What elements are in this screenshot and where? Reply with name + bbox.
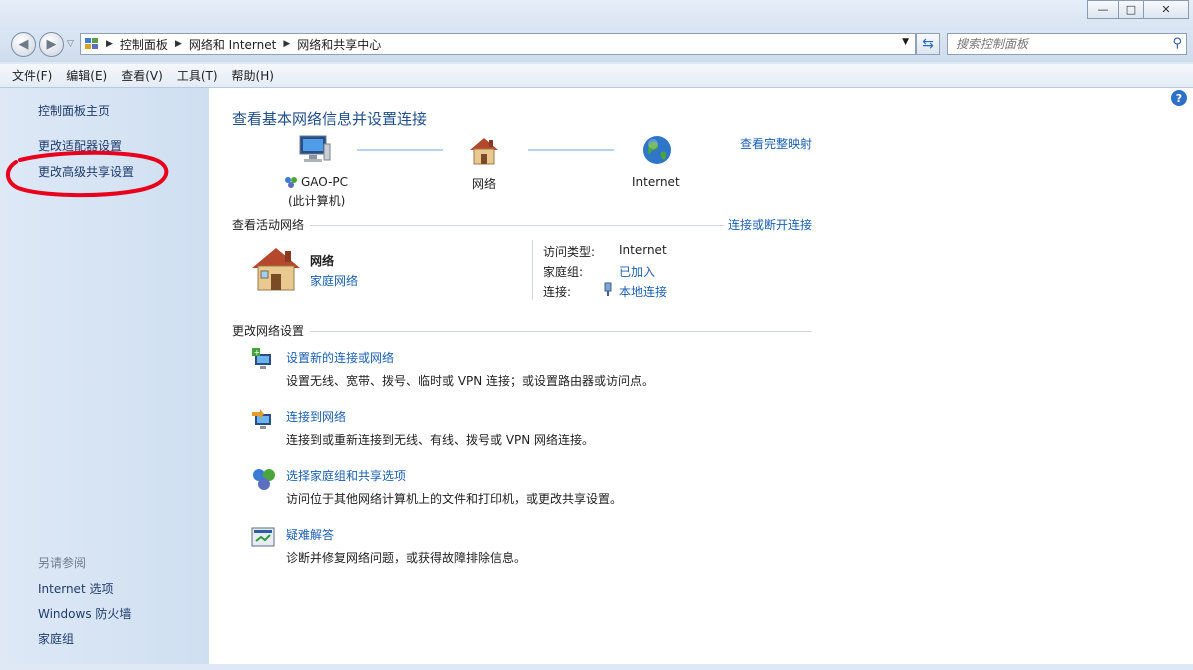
homegroup-sharing-desc: 访问位于其他网络计算机上的文件和打印机，或更改共享设置。	[286, 492, 623, 506]
homegroup-joined-link[interactable]: 已加入	[619, 263, 655, 280]
maximize-button[interactable]: □	[1118, 0, 1144, 19]
section-divider	[310, 225, 724, 226]
address-dropdown-icon[interactable]: ▼	[902, 37, 909, 47]
close-button[interactable]: ✕	[1143, 0, 1189, 19]
homegroup-sharing-link[interactable]: 选择家庭组和共享选项	[286, 467, 406, 484]
svg-text:+: +	[254, 348, 261, 357]
see-also-heading: 另请参阅	[38, 556, 87, 570]
network-label: 网络	[472, 177, 497, 191]
internet-globe-icon[interactable]	[641, 134, 673, 169]
computer-subtitle: (此计算机)	[288, 194, 346, 208]
network-house-icon[interactable]	[468, 136, 500, 169]
local-connection-link[interactable]: 本地连接	[619, 283, 667, 300]
breadcrumb-network-internet[interactable]: 网络和 Internet	[189, 36, 276, 53]
map-link-line	[357, 149, 443, 151]
breadcrumb-separator-icon[interactable]: ▶	[106, 39, 113, 49]
see-full-map-link[interactable]: 查看完整映射	[740, 135, 812, 152]
menu-view[interactable]: 查看(V)	[121, 67, 163, 84]
annotation-circle	[6, 150, 169, 198]
recent-pages-dropdown-icon[interactable]: ▽	[67, 39, 74, 49]
homegroup-icon	[284, 175, 298, 189]
back-arrow-icon: ◀	[18, 37, 29, 52]
map-link-line	[528, 149, 614, 151]
computer-name: GAO-PC	[284, 175, 348, 189]
refresh-button[interactable]: ⇆	[916, 33, 940, 55]
vertical-divider	[532, 240, 533, 300]
refresh-icon: ⇆	[922, 36, 934, 52]
title-bar	[0, 0, 1193, 30]
control-panel-home-link[interactable]: 控制面板主页	[38, 102, 110, 119]
troubleshoot-desc: 诊断并修复网络问题，或获得故障排除信息。	[286, 551, 527, 565]
menu-tools[interactable]: 工具(T)	[177, 67, 218, 84]
forward-arrow-icon: ▶	[46, 37, 57, 52]
access-type-value: Internet	[619, 243, 667, 257]
connect-to-network-desc: 连接到或重新连接到无线、有线、拨号或 VPN 网络连接。	[286, 433, 595, 447]
address-bar[interactable]: ▶ 控制面板 ▶ 网络和 Internet ▶ 网络和共享中心 ▼	[80, 33, 916, 55]
search-box[interactable]: ⚲	[947, 33, 1187, 55]
breadcrumb-separator-icon[interactable]: ▶	[175, 39, 182, 49]
page-title: 查看基本网络信息并设置连接	[232, 110, 428, 128]
connection-label: 连接:	[543, 285, 572, 299]
homegroup-sharing-icon	[251, 467, 277, 494]
change-settings-title: 更改网络设置	[232, 324, 305, 338]
search-input[interactable]	[954, 36, 1158, 52]
homegroup-label: 家庭组:	[543, 265, 584, 279]
section-divider	[310, 331, 812, 332]
menu-file[interactable]: 文件(F)	[12, 67, 52, 84]
menu-bar: 文件(F) 编辑(E) 查看(V) 工具(T) 帮助(H)	[0, 64, 1193, 88]
menu-edit[interactable]: 编辑(E)	[66, 67, 107, 84]
connect-network-icon	[251, 408, 277, 435]
access-type-label: 访问类型:	[543, 245, 596, 259]
internet-options-link[interactable]: Internet 选项	[38, 580, 113, 597]
breadcrumb-control-panel[interactable]: 控制面板	[120, 36, 168, 53]
new-connection-icon: +	[251, 348, 277, 375]
internet-label: Internet	[632, 175, 680, 189]
active-network-name: 网络	[310, 254, 335, 268]
connect-to-network-link[interactable]: 连接到网络	[286, 408, 346, 425]
menu-help[interactable]: 帮助(H)	[232, 67, 274, 84]
forward-button[interactable]: ▶	[39, 32, 64, 57]
help-icon[interactable]: ?	[1171, 90, 1187, 106]
minimize-button[interactable]: —	[1087, 0, 1119, 19]
troubleshoot-icon	[251, 526, 277, 553]
breadcrumb-network-sharing-center[interactable]: 网络和共享中心	[297, 36, 381, 53]
troubleshoot-link[interactable]: 疑难解答	[286, 526, 334, 543]
computer-icon[interactable]	[298, 134, 332, 167]
setup-new-connection-link[interactable]: 设置新的连接或网络	[286, 349, 394, 366]
search-icon[interactable]: ⚲	[1172, 36, 1182, 51]
homegroup-link[interactable]: 家庭组	[38, 630, 74, 647]
breadcrumb-separator-icon[interactable]: ▶	[283, 39, 290, 49]
back-button[interactable]: ◀	[11, 32, 36, 57]
network-type-link[interactable]: 家庭网络	[310, 272, 358, 289]
ethernet-plug-icon	[603, 282, 613, 300]
active-networks-title: 查看活动网络	[232, 218, 305, 232]
active-network-house-icon	[250, 246, 302, 295]
setup-new-connection-desc: 设置无线、宽带、拨号、临时或 VPN 连接；或设置路由器或访问点。	[286, 374, 655, 388]
control-panel-icon	[85, 37, 99, 51]
connect-disconnect-link[interactable]: 连接或断开连接	[728, 216, 812, 233]
windows-firewall-link[interactable]: Windows 防火墙	[38, 605, 131, 622]
